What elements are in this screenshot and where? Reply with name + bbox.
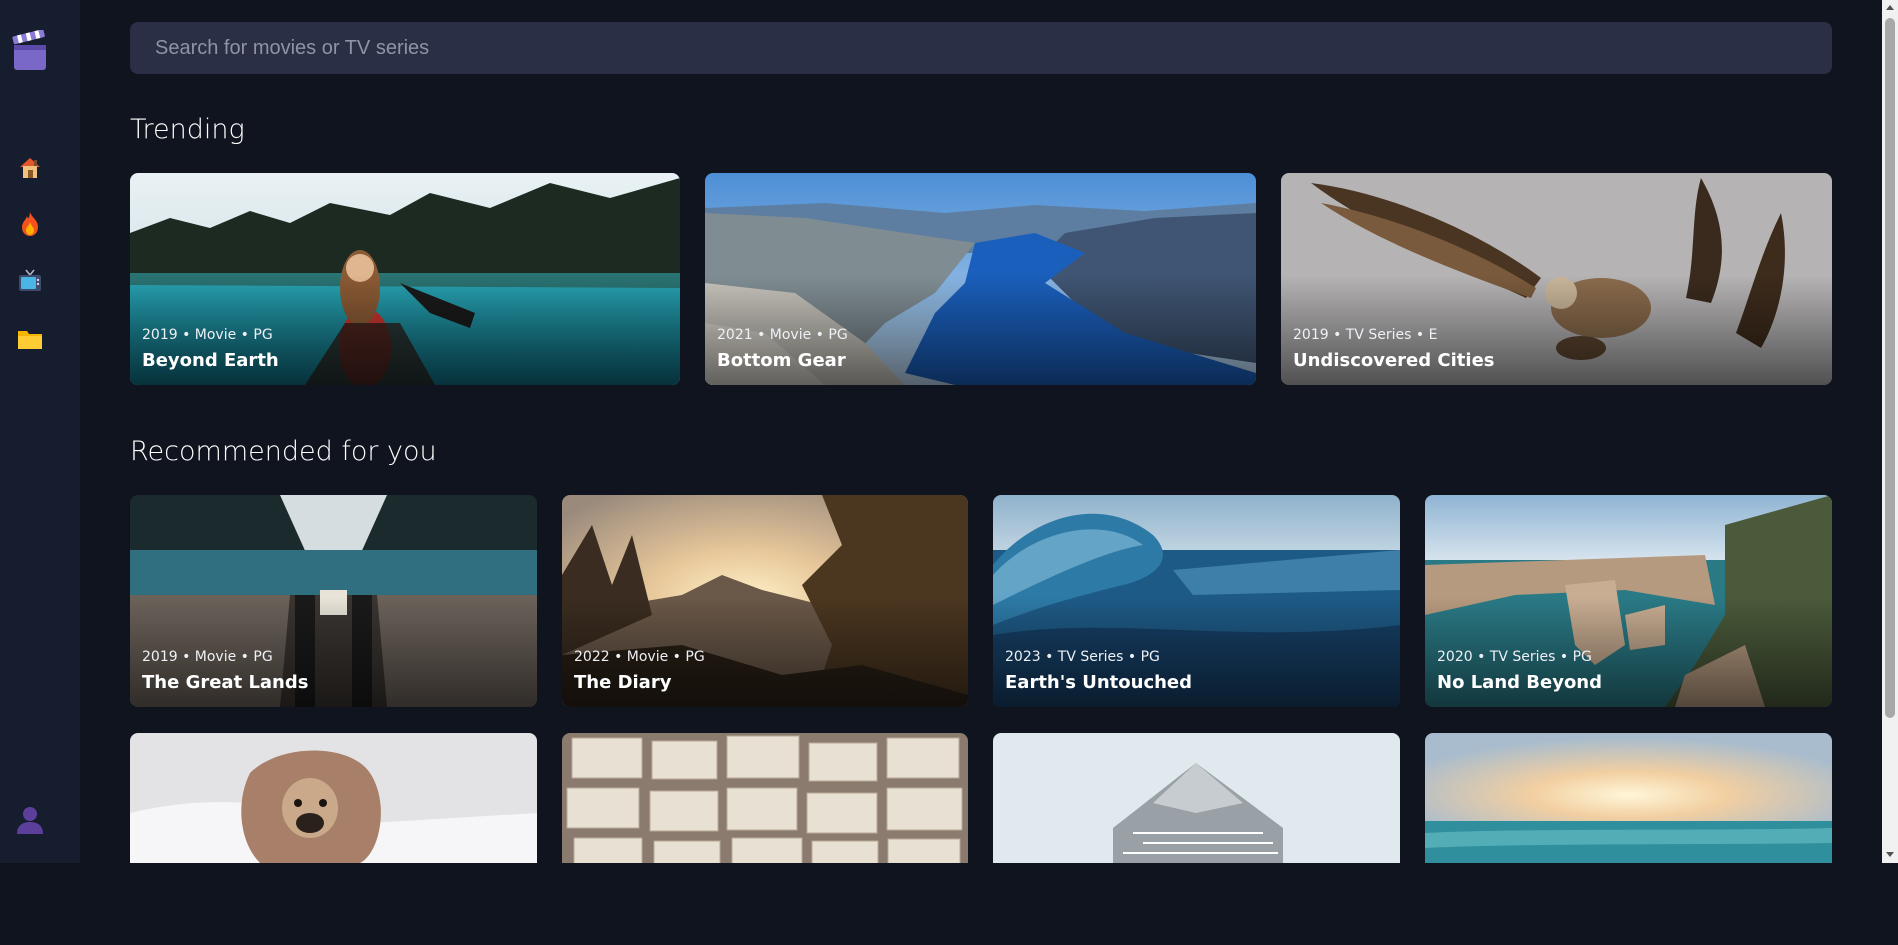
trending-card[interactable]: 2019 • TV Series • E Undiscovered Cities bbox=[1281, 173, 1832, 385]
card-title: Beyond Earth bbox=[142, 350, 279, 371]
recommended-card[interactable] bbox=[1425, 733, 1832, 945]
card-meta: 2019 • Movie • PG bbox=[142, 649, 273, 665]
house-icon[interactable] bbox=[16, 154, 44, 182]
user-avatar-icon[interactable] bbox=[16, 806, 44, 834]
recommended-card[interactable]: 2020 • TV Series • PG No Land Beyond bbox=[1425, 495, 1832, 707]
recommended-card[interactable] bbox=[993, 733, 1400, 945]
card-meta: 2021 • Movie • PG bbox=[717, 327, 848, 343]
scrollbar-thumb[interactable] bbox=[1885, 18, 1895, 718]
trending-card[interactable]: 2019 • Movie • PG Beyond Earth bbox=[130, 173, 680, 385]
recommended-card[interactable]: 2019 • Movie • PG The Great Lands bbox=[130, 495, 537, 707]
recommended-card[interactable]: 2022 • Movie • PG The Diary bbox=[562, 495, 968, 707]
recommended-card[interactable] bbox=[562, 733, 968, 945]
card-title: No Land Beyond bbox=[1437, 672, 1603, 693]
card-title: Earth's Untouched bbox=[1005, 672, 1193, 693]
card-meta: 2019 • Movie • PG bbox=[142, 327, 273, 343]
card-image-building bbox=[993, 733, 1400, 863]
recommended-card[interactable] bbox=[130, 733, 537, 945]
folder-icon[interactable] bbox=[16, 325, 44, 353]
page-scrollbar[interactable] bbox=[1882, 0, 1898, 863]
recommended-card[interactable]: 2023 • TV Series • PG Earth's Untouched bbox=[993, 495, 1400, 707]
scroll-up-arrow-icon[interactable] bbox=[1886, 5, 1894, 10]
clapperboard-icon[interactable] bbox=[12, 30, 48, 74]
trending-card[interactable]: 2021 • Movie • PG Bottom Gear bbox=[705, 173, 1256, 385]
card-title: The Great Lands bbox=[142, 672, 309, 693]
section-title-trending: Trending bbox=[130, 114, 245, 145]
card-image-sunset-sea bbox=[1425, 733, 1832, 863]
search-input[interactable] bbox=[155, 36, 1832, 60]
card-image-pug bbox=[130, 733, 537, 863]
main-content: Trending 2019 • Movie • PG Beyond E bbox=[130, 0, 1832, 872]
card-meta: 2020 • TV Series • PG bbox=[1437, 649, 1592, 665]
card-title: Bottom Gear bbox=[717, 350, 846, 371]
card-image-books bbox=[562, 733, 968, 872]
sidebar bbox=[0, 0, 80, 863]
fire-icon[interactable] bbox=[16, 210, 44, 238]
card-meta: 2019 • TV Series • E bbox=[1293, 327, 1438, 343]
card-title: Undiscovered Cities bbox=[1293, 350, 1495, 371]
section-title-recommended: Recommended for you bbox=[130, 436, 437, 467]
card-meta: 2022 • Movie • PG bbox=[574, 649, 705, 665]
scroll-down-arrow-icon[interactable] bbox=[1886, 852, 1894, 857]
card-title: The Diary bbox=[574, 672, 672, 693]
television-icon[interactable] bbox=[16, 267, 44, 295]
card-meta: 2023 • TV Series • PG bbox=[1005, 649, 1160, 665]
search-bar[interactable] bbox=[130, 22, 1832, 74]
